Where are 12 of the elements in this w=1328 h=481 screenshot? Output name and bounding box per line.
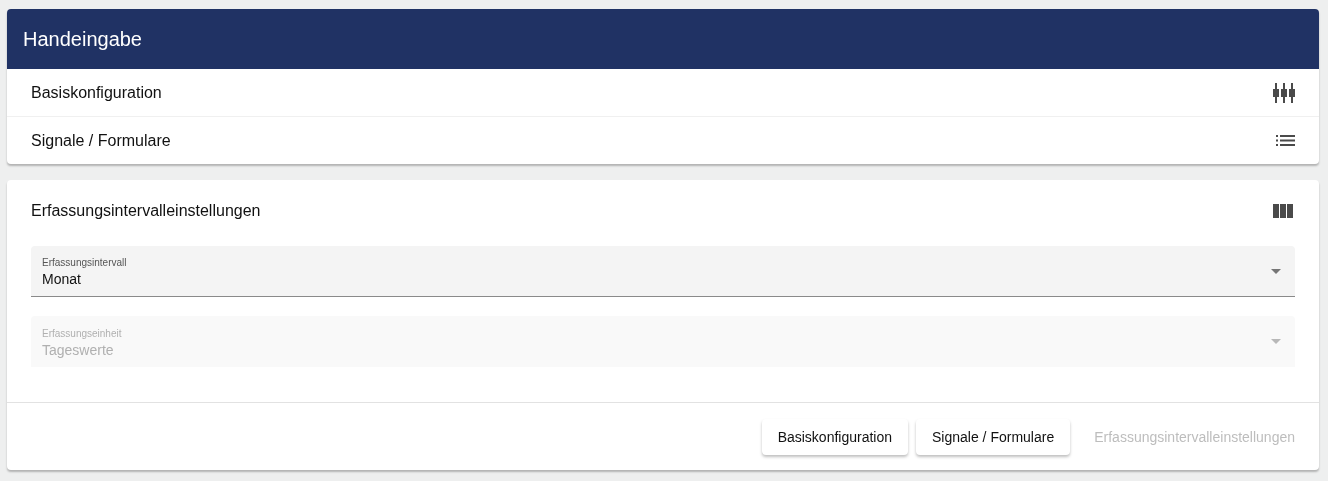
sliders-icon (1273, 82, 1295, 103)
section-title: Erfassungsintervalleinstellungen (31, 202, 261, 220)
panel-header[interactable]: Basiskonfiguration (7, 69, 1319, 117)
nav-button[interactable]: Signale / Formulare (916, 419, 1071, 455)
columns-icon (1273, 204, 1293, 218)
list-icon (1276, 135, 1295, 146)
nav-button[interactable]: Basiskonfiguration (761, 419, 909, 455)
caret-icon (1271, 339, 1281, 344)
caret-icon (1271, 268, 1281, 274)
panel-header[interactable]: Signale / Formulare (7, 117, 1319, 164)
page-title: Handeingabe (23, 27, 142, 51)
select-field[interactable]: Erfassungsintervall Monat (31, 246, 1295, 297)
